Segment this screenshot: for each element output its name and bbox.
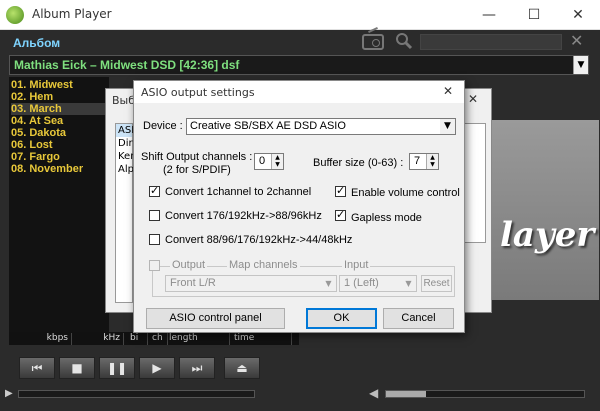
column-khz: kHz: [72, 333, 124, 345]
map-channels-label: Map channels: [227, 259, 300, 271]
seek-arrow-icon: ▶: [5, 388, 13, 399]
playlist-item[interactable]: 06. Lost: [11, 139, 53, 151]
output-list-right: [462, 123, 486, 243]
convert-88-checkbox[interactable]: [149, 234, 160, 245]
stepper-arrows-icon[interactable]: ▲ ▼: [271, 154, 283, 169]
eject-button[interactable]: ⏏: [224, 357, 260, 379]
next-button[interactable]: ⏭: [179, 357, 215, 379]
output-list-item[interactable]: Alp: [118, 164, 134, 175]
output-list-item[interactable]: ASI: [118, 125, 134, 136]
convert-1to2-label: Convert 1channel to 2channel: [165, 186, 312, 198]
playlist-item[interactable]: 08. November: [11, 163, 83, 175]
playlist: 01. Midwest 02. Hem 03. March 04. At Sea…: [9, 77, 109, 332]
maximize-button[interactable]: ☐: [512, 0, 556, 30]
output-map-checkbox[interactable]: [149, 260, 160, 271]
volume-icon[interactable]: ◀: [369, 386, 378, 400]
playlist-item-selected[interactable]: 03. March: [11, 103, 107, 115]
playlist-item[interactable]: 02. Hem: [11, 91, 53, 103]
output-dialog-close-icon[interactable]: ✕: [468, 92, 478, 106]
playlist-item[interactable]: 05. Dakota: [11, 127, 66, 139]
stop-button[interactable]: ■: [59, 357, 95, 379]
shift-sublabel: (2 for S/PDIF): [163, 164, 231, 176]
playlist-item[interactable]: 07. Fargo: [11, 151, 60, 163]
output-list[interactable]: [115, 123, 133, 303]
gapless-checkbox[interactable]: [335, 208, 346, 221]
output-list-item[interactable]: Dir: [118, 138, 133, 149]
cancel-button[interactable]: Cancel: [383, 308, 454, 329]
logo-text: layer: [500, 215, 595, 255]
chevron-down-icon: ▼: [405, 279, 412, 288]
enable-volume-label: Enable volume control: [351, 187, 460, 199]
shift-label: Shift Output channels :: [141, 151, 253, 163]
app-logo-icon: [6, 6, 24, 24]
volume-level: [386, 391, 426, 397]
ok-button[interactable]: OK: [306, 308, 377, 329]
asio-close-icon[interactable]: ✕: [443, 84, 453, 98]
track-selector-text: Mathias Eick – Midwest DSD [42:36] dsf: [14, 58, 240, 72]
column-kbps: kbps: [20, 333, 72, 345]
previous-button[interactable]: ⏮: [19, 357, 55, 379]
buffer-label: Buffer size (0-63) :: [313, 157, 404, 169]
buffer-value: 7: [414, 155, 421, 167]
album-label[interactable]: Альбом: [13, 36, 60, 50]
output-dialog-title: Выб: [112, 94, 136, 107]
search-input[interactable]: [420, 34, 562, 50]
convert-1to2-checkbox[interactable]: [149, 184, 160, 197]
minimize-button[interactable]: —: [467, 0, 511, 30]
asio-control-panel-button[interactable]: ASIO control panel: [146, 308, 285, 329]
chevron-down-icon: ▼: [325, 279, 332, 288]
column-ch: ch: [150, 333, 168, 345]
output-channel-value: Front L/R: [170, 277, 216, 289]
column-time: time: [232, 333, 292, 345]
stepper-arrows-icon[interactable]: ▲ ▼: [426, 154, 438, 169]
asio-dialog-title: ASIO output settings: [141, 86, 255, 99]
window-title: Album Player: [32, 7, 112, 21]
chevron-down-icon[interactable]: ▼: [573, 56, 588, 74]
search-icon[interactable]: [395, 32, 413, 50]
convert-88-label: Convert 88/96/176/192kHz->44/48kHz: [165, 234, 353, 246]
convert-176-checkbox[interactable]: [149, 210, 160, 221]
column-length: length: [167, 333, 230, 345]
device-label: Device :: [143, 120, 183, 132]
radio-icon[interactable]: [362, 34, 384, 50]
column-bit: bi: [128, 333, 148, 345]
output-group-label: Output: [170, 259, 208, 271]
play-button[interactable]: ▶: [139, 357, 175, 379]
cover-art: [485, 120, 599, 300]
shift-value: 0: [259, 155, 266, 167]
pause-button[interactable]: ❚❚: [99, 357, 135, 379]
chevron-down-icon[interactable]: ▼: [440, 119, 455, 134]
input-channel-value: 1 (Left): [344, 277, 379, 289]
playlist-item[interactable]: 04. At Sea: [11, 115, 63, 127]
output-list-item[interactable]: Ker: [118, 151, 134, 162]
close-button[interactable]: ✕: [556, 0, 600, 30]
convert-176-label: Convert 176/192kHz->88/96kHz: [165, 210, 322, 222]
playlist-item[interactable]: 01. Midwest: [11, 79, 73, 91]
reset-button[interactable]: Reset: [421, 275, 452, 292]
enable-volume-checkbox[interactable]: [335, 184, 346, 197]
seek-slider[interactable]: [18, 390, 255, 398]
gapless-label: Gapless mode: [351, 212, 422, 224]
search-clear-icon[interactable]: ✕: [570, 31, 583, 50]
device-value: Creative SB/SBX AE DSD ASIO: [190, 120, 346, 132]
input-group-label: Input: [342, 259, 371, 271]
